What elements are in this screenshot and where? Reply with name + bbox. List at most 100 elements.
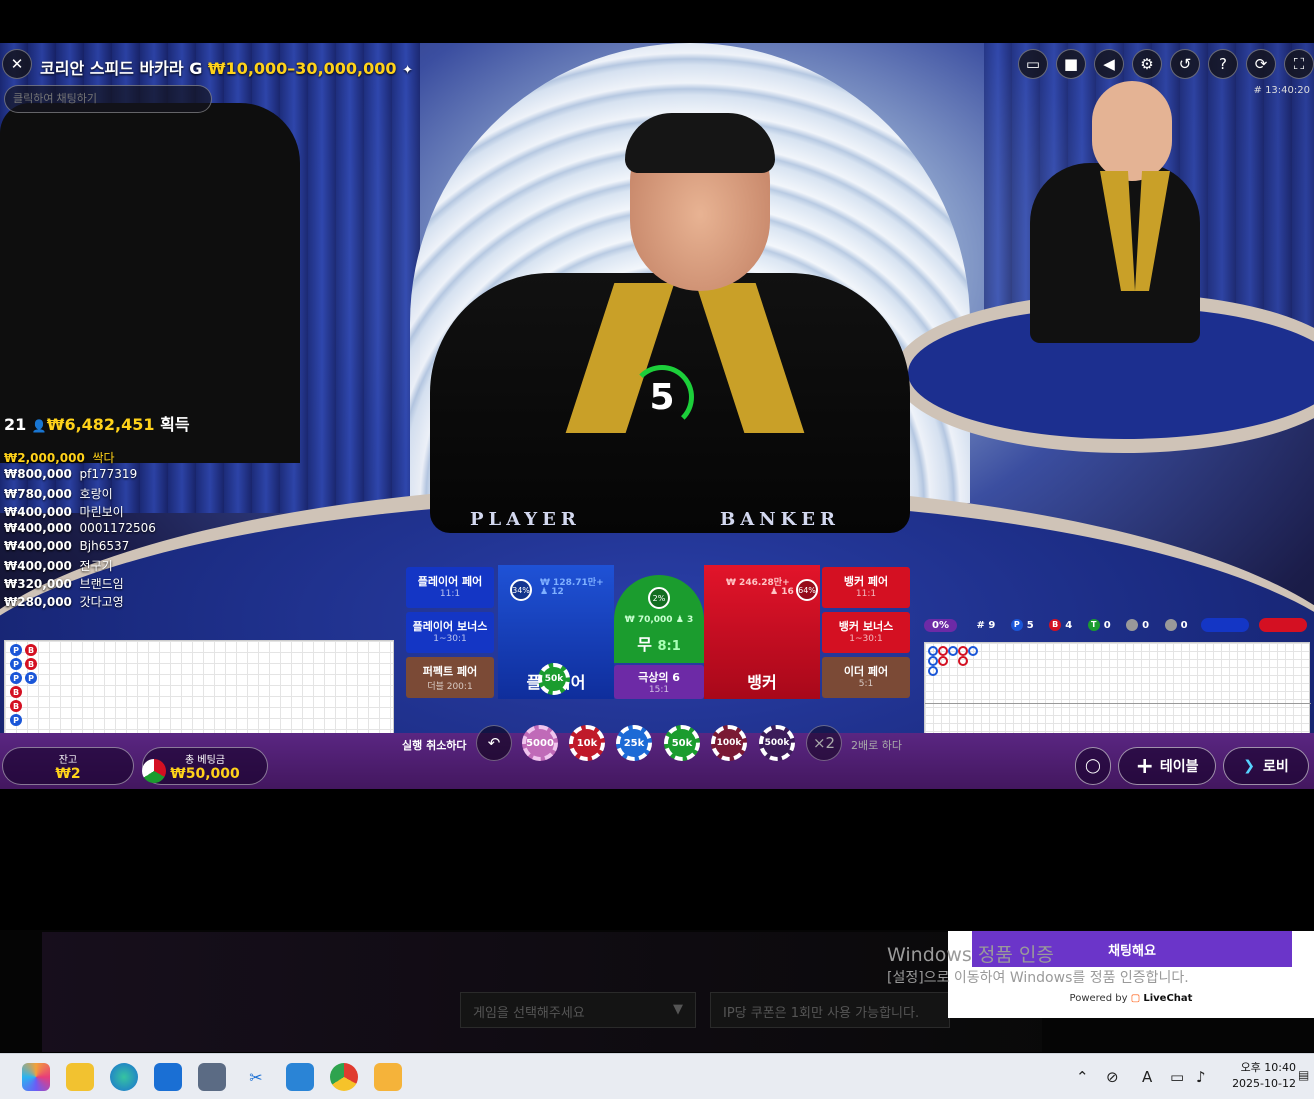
chip-25k[interactable]: 25k: [616, 725, 652, 761]
video-button[interactable]: ■: [1056, 49, 1086, 79]
bet-label: 이더 페어: [843, 665, 889, 678]
bet-banker-pair[interactable]: 뱅커 페어 11:1: [822, 567, 910, 608]
refresh-button[interactable]: ⟳: [1246, 49, 1276, 79]
chip-5000[interactable]: 5000: [522, 725, 558, 761]
notification-icon[interactable]: ▤: [1298, 1068, 1309, 1082]
chrome-icon[interactable]: [330, 1063, 358, 1091]
winner-row: ₩800,000 pf177319: [4, 467, 214, 485]
bet-odds: 5:1: [858, 679, 874, 689]
chevron-up-icon[interactable]: ⌃: [1076, 1068, 1089, 1086]
sound-button[interactable]: ◀: [1094, 49, 1124, 79]
chip-500k[interactable]: 500k: [759, 725, 795, 761]
lobby-icon: ❯: [1243, 758, 1255, 774]
table-button[interactable]: + 테이블: [1118, 747, 1216, 785]
app-icon[interactable]: [374, 1063, 402, 1091]
banker-count-value: 16: [781, 587, 794, 597]
powered-by-text: Powered by: [1069, 993, 1128, 1004]
bet-player-pair[interactable]: 플레이어 페어 11:1: [406, 567, 494, 608]
road-mark-player: [928, 666, 938, 676]
tie-amount-value: ₩ 70,000: [624, 615, 673, 625]
bead-player: P: [10, 658, 22, 670]
file-explorer-icon[interactable]: [66, 1063, 94, 1091]
help-button[interactable]: ?: [1208, 49, 1238, 79]
betting-grid: 플레이어 페어 11:1 플레이어 보너스 1~30:1 퍼펙트 페어 더블 2…: [406, 565, 912, 699]
winner-name: 전구기: [79, 559, 113, 573]
double-button[interactable]: ×2: [806, 725, 842, 761]
chip-10k[interactable]: 10k: [569, 725, 605, 761]
lobby-button[interactable]: ❯ 로비: [1223, 747, 1309, 785]
history-button[interactable]: ↺: [1170, 49, 1200, 79]
winner-row: ₩400,000 전구기: [4, 557, 214, 575]
table-button-label: 테이블: [1159, 759, 1199, 775]
bead-player: P: [10, 672, 22, 684]
winner-amount: ₩2,000,000: [4, 451, 85, 465]
livechat-brand: LiveChat: [1143, 993, 1193, 1004]
chat-bubble-icon: ▭: [1025, 55, 1041, 73]
chip-100k[interactable]: 100k: [711, 725, 747, 761]
player-predict-button[interactable]: [1201, 618, 1250, 632]
bet-player-bonus[interactable]: 플레이어 보너스 1~30:1: [406, 612, 494, 653]
live-video-stage: PLAYER BANKER ✕ 코리안 스피드 바카라 G ₩10,000–30…: [0, 43, 1314, 789]
chip-50k[interactable]: 50k: [664, 725, 700, 761]
stats-player: 5: [1026, 620, 1034, 631]
winner-amount: ₩780,000: [4, 487, 72, 501]
clock-time: 오후 10:40: [1240, 1061, 1296, 1074]
fullscreen-button[interactable]: ⛶: [1284, 49, 1314, 79]
bet-either-pair[interactable]: 이더 페어 5:1: [822, 657, 910, 698]
watermark-line2: [설정]으로 이동하여 Windows를 정품 인증합니다.: [887, 970, 1189, 986]
close-button[interactable]: ✕: [2, 49, 32, 79]
notepad-icon[interactable]: [286, 1063, 314, 1091]
stats-tie: 0: [1103, 620, 1111, 631]
road-mark-player: [968, 646, 978, 656]
bet-odds: 11:1: [439, 589, 461, 599]
bet-odds: 11:1: [855, 589, 877, 599]
settings-button[interactable]: ⚙: [1132, 49, 1162, 79]
network-off-icon[interactable]: ⊘: [1106, 1068, 1119, 1086]
coupon-notice: IP당 쿠폰은 1회만 사용 가능합니다.: [710, 992, 950, 1028]
chat-toggle-button[interactable]: ◯: [1075, 747, 1111, 785]
undo-button[interactable]: ↶: [476, 725, 512, 761]
road-mark-player: [928, 656, 938, 666]
stats-banker-pair: 0: [1180, 620, 1188, 631]
ime-indicator[interactable]: A: [1142, 1068, 1152, 1086]
bet-super-6[interactable]: 극상의 6 15:1: [614, 665, 704, 699]
store-icon[interactable]: [154, 1063, 182, 1091]
chat-button[interactable]: ▭: [1018, 49, 1048, 79]
chevron-down-icon: ▼: [673, 1002, 683, 1017]
volume-icon[interactable]: ♪: [1196, 1068, 1206, 1086]
winner-amount: ₩800,000: [4, 467, 72, 481]
bet-perfect-pair[interactable]: 퍼펙트 페어 더블 200:1: [406, 657, 494, 698]
winner-name: 갓다고영: [79, 595, 124, 609]
player-percent: 34%: [510, 579, 532, 601]
calculator-icon[interactable]: [198, 1063, 226, 1091]
edge-icon[interactable]: [110, 1063, 138, 1091]
livechat-logo-icon: ▢: [1130, 993, 1141, 1004]
bet-label: 플레이어 페어: [417, 575, 483, 588]
table-label-banker: BANKER: [720, 509, 840, 530]
copilot-icon[interactable]: [22, 1063, 50, 1091]
bet-tie[interactable]: 2% ₩ 70,000 ♟ 3 무 8:1: [614, 575, 704, 663]
bead-banker: B: [25, 658, 37, 670]
display-icon[interactable]: ▭: [1170, 1068, 1184, 1086]
bet-banker[interactable]: ₩ 246.28만+ ♟ 16 64% 뱅커: [704, 565, 820, 699]
banker-label: 뱅커: [747, 673, 777, 692]
snipping-tool-icon[interactable]: ✂: [242, 1063, 270, 1091]
bet-label: 플레이어 보너스: [412, 620, 488, 633]
dealer-hair: [625, 113, 775, 173]
winner-row: ₩280,000 갓다고영: [4, 593, 214, 611]
bet-banker-bonus[interactable]: 뱅커 보너스 1~30:1: [822, 612, 910, 653]
banker-predict-button[interactable]: [1258, 618, 1307, 632]
bet-odds: 1~30:1: [433, 634, 467, 644]
winner-name: Bjh6537: [79, 539, 130, 553]
player-count-value: 12: [551, 587, 564, 597]
taskbar: ✂ ⌃ ⊘ A ▭ ♪ 오후 10:40 2025-10-12 ▤: [0, 1053, 1314, 1099]
watermark-line1-b: 정품 인증: [977, 944, 1054, 966]
chat-input[interactable]: [4, 85, 212, 113]
user-icon: 👤: [31, 419, 47, 433]
system-clock[interactable]: 오후 10:40 2025-10-12: [1232, 1060, 1296, 1092]
road-divider: [925, 703, 1311, 704]
game-select-dropdown[interactable]: 게임을 선택해주세요 ▼: [460, 992, 696, 1028]
chips-stack-icon: [142, 759, 166, 783]
bet-player[interactable]: 34% ₩ 128.71만+ ♟ 12 플레이어 50k: [498, 565, 614, 699]
winner-row: ₩2,000,000 싹다: [4, 449, 214, 467]
